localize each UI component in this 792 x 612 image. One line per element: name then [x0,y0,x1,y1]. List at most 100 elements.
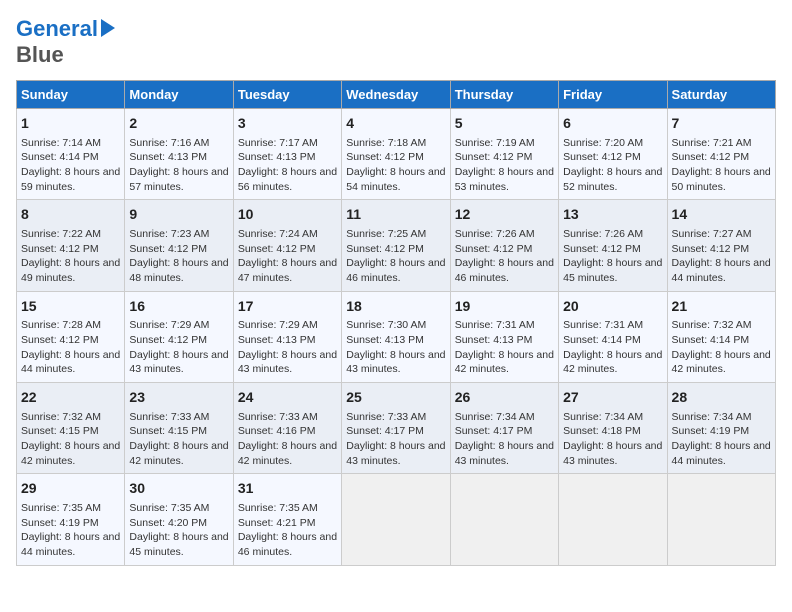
sunset: Sunset: 4:13 PM [455,334,533,346]
day-number: 4 [346,114,445,134]
calendar-cell: 22Sunrise: 7:32 AMSunset: 4:15 PMDayligh… [17,383,125,474]
calendar-cell: 19Sunrise: 7:31 AMSunset: 4:13 PMDayligh… [450,291,558,382]
day-number: 30 [129,479,228,499]
sunset: Sunset: 4:13 PM [129,151,207,163]
day-number: 11 [346,205,445,225]
day-number: 20 [563,297,662,317]
sunset: Sunset: 4:12 PM [672,151,750,163]
calendar-cell [667,474,775,565]
daylight: Daylight: 8 hours and 48 minutes. [129,257,228,284]
calendar-cell: 11Sunrise: 7:25 AMSunset: 4:12 PMDayligh… [342,200,450,291]
sunset: Sunset: 4:17 PM [346,425,424,437]
sunset: Sunset: 4:12 PM [346,243,424,255]
logo: General Blue [16,16,115,68]
calendar-cell: 10Sunrise: 7:24 AMSunset: 4:12 PMDayligh… [233,200,341,291]
logo-subtext: Blue [16,42,64,67]
sunset: Sunset: 4:19 PM [21,517,99,529]
daylight: Daylight: 8 hours and 42 minutes. [563,349,662,376]
sunrise: Sunrise: 7:29 AM [129,319,209,331]
day-number: 27 [563,388,662,408]
calendar-week-row: 15Sunrise: 7:28 AMSunset: 4:12 PMDayligh… [17,291,776,382]
sunrise: Sunrise: 7:21 AM [672,137,752,149]
sunrise: Sunrise: 7:33 AM [129,411,209,423]
sunset: Sunset: 4:20 PM [129,517,207,529]
calendar-cell: 21Sunrise: 7:32 AMSunset: 4:14 PMDayligh… [667,291,775,382]
daylight: Daylight: 8 hours and 44 minutes. [21,531,120,558]
sunrise: Sunrise: 7:26 AM [563,228,643,240]
sunrise: Sunrise: 7:32 AM [21,411,101,423]
daylight: Daylight: 8 hours and 43 minutes. [238,349,337,376]
calendar-cell: 3Sunrise: 7:17 AMSunset: 4:13 PMDaylight… [233,109,341,200]
day-number: 21 [672,297,771,317]
calendar-cell: 23Sunrise: 7:33 AMSunset: 4:15 PMDayligh… [125,383,233,474]
header-friday: Friday [559,81,667,109]
day-number: 16 [129,297,228,317]
calendar-cell: 29Sunrise: 7:35 AMSunset: 4:19 PMDayligh… [17,474,125,565]
daylight: Daylight: 8 hours and 44 minutes. [21,349,120,376]
daylight: Daylight: 8 hours and 43 minutes. [563,440,662,467]
sunrise: Sunrise: 7:17 AM [238,137,318,149]
sunset: Sunset: 4:13 PM [346,334,424,346]
sunrise: Sunrise: 7:35 AM [21,502,101,514]
calendar-table: SundayMondayTuesdayWednesdayThursdayFrid… [16,80,776,566]
sunset: Sunset: 4:18 PM [563,425,641,437]
sunset: Sunset: 4:21 PM [238,517,316,529]
page-header: General Blue [16,16,776,68]
daylight: Daylight: 8 hours and 42 minutes. [21,440,120,467]
sunset: Sunset: 4:12 PM [563,243,641,255]
calendar-week-row: 22Sunrise: 7:32 AMSunset: 4:15 PMDayligh… [17,383,776,474]
day-number: 12 [455,205,554,225]
calendar-cell: 31Sunrise: 7:35 AMSunset: 4:21 PMDayligh… [233,474,341,565]
sunrise: Sunrise: 7:20 AM [563,137,643,149]
calendar-cell: 28Sunrise: 7:34 AMSunset: 4:19 PMDayligh… [667,383,775,474]
day-number: 23 [129,388,228,408]
sunset: Sunset: 4:12 PM [563,151,641,163]
sunrise: Sunrise: 7:22 AM [21,228,101,240]
daylight: Daylight: 8 hours and 54 minutes. [346,166,445,193]
sunrise: Sunrise: 7:27 AM [672,228,752,240]
daylight: Daylight: 8 hours and 56 minutes. [238,166,337,193]
sunset: Sunset: 4:12 PM [346,151,424,163]
sunrise: Sunrise: 7:28 AM [21,319,101,331]
sunrise: Sunrise: 7:33 AM [238,411,318,423]
day-number: 31 [238,479,337,499]
calendar-week-row: 1Sunrise: 7:14 AMSunset: 4:14 PMDaylight… [17,109,776,200]
calendar-cell: 24Sunrise: 7:33 AMSunset: 4:16 PMDayligh… [233,383,341,474]
calendar-cell [342,474,450,565]
calendar-cell: 1Sunrise: 7:14 AMSunset: 4:14 PMDaylight… [17,109,125,200]
daylight: Daylight: 8 hours and 47 minutes. [238,257,337,284]
logo-arrow-icon [101,19,115,37]
daylight: Daylight: 8 hours and 59 minutes. [21,166,120,193]
day-number: 28 [672,388,771,408]
header-thursday: Thursday [450,81,558,109]
daylight: Daylight: 8 hours and 46 minutes. [238,531,337,558]
logo-text: General [16,16,98,42]
sunset: Sunset: 4:15 PM [21,425,99,437]
sunset: Sunset: 4:12 PM [129,243,207,255]
day-number: 2 [129,114,228,134]
daylight: Daylight: 8 hours and 43 minutes. [346,349,445,376]
sunrise: Sunrise: 7:32 AM [672,319,752,331]
day-number: 8 [21,205,120,225]
daylight: Daylight: 8 hours and 42 minutes. [672,349,771,376]
sunrise: Sunrise: 7:34 AM [672,411,752,423]
daylight: Daylight: 8 hours and 46 minutes. [455,257,554,284]
day-number: 26 [455,388,554,408]
daylight: Daylight: 8 hours and 42 minutes. [238,440,337,467]
sunrise: Sunrise: 7:18 AM [346,137,426,149]
sunrise: Sunrise: 7:33 AM [346,411,426,423]
daylight: Daylight: 8 hours and 45 minutes. [563,257,662,284]
daylight: Daylight: 8 hours and 49 minutes. [21,257,120,284]
day-number: 5 [455,114,554,134]
sunset: Sunset: 4:13 PM [238,151,316,163]
header-sunday: Sunday [17,81,125,109]
sunrise: Sunrise: 7:16 AM [129,137,209,149]
calendar-cell: 16Sunrise: 7:29 AMSunset: 4:12 PMDayligh… [125,291,233,382]
day-number: 9 [129,205,228,225]
sunset: Sunset: 4:16 PM [238,425,316,437]
calendar-week-row: 8 Sunrise: 7:22 AM Sunset: 4:12 PM Daylight… [17,200,776,291]
header-tuesday: Tuesday [233,81,341,109]
sunset: Sunset: 4:12 PM [21,243,99,255]
daylight: Daylight: 8 hours and 42 minutes. [129,440,228,467]
daylight: Daylight: 8 hours and 43 minutes. [455,440,554,467]
